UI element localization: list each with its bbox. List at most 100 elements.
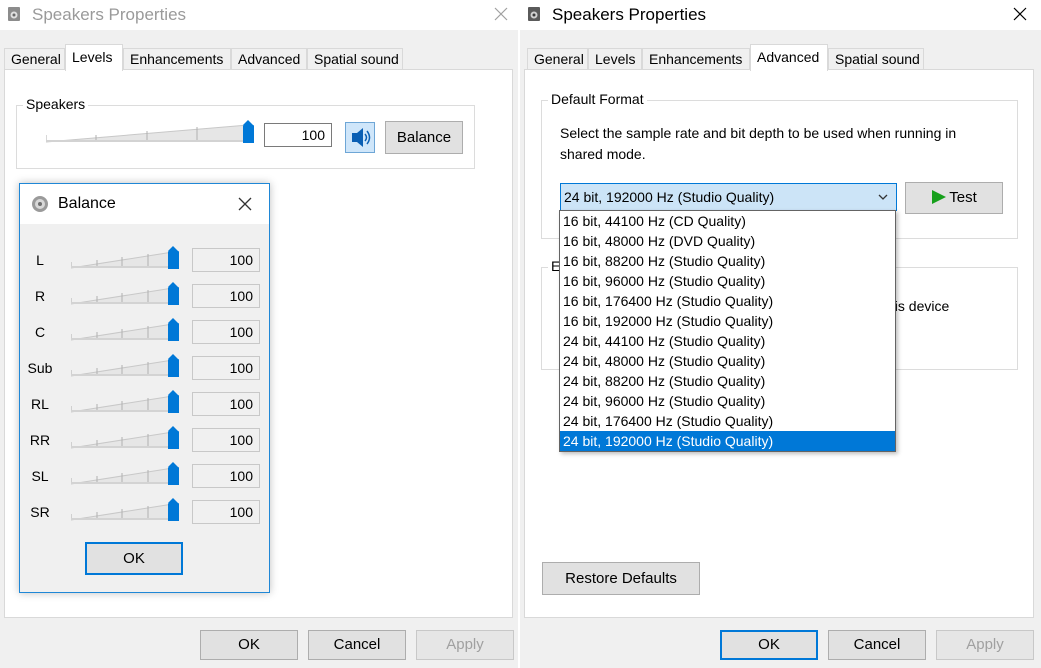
channel-label: RL bbox=[31, 396, 49, 412]
window-title: Speakers Properties bbox=[552, 5, 707, 24]
close-icon[interactable] bbox=[1011, 5, 1029, 23]
balance-title: Balance bbox=[58, 195, 116, 212]
channel-level-slider[interactable] bbox=[71, 462, 179, 485]
dropdown-option[interactable]: 24 bit, 176400 Hz (Studio Quality) bbox=[560, 411, 895, 431]
tab-levels[interactable]: Levels bbox=[65, 44, 123, 71]
dropdown-option[interactable]: 24 bit, 88200 Hz (Studio Quality) bbox=[560, 371, 895, 391]
channel-label: R bbox=[34, 288, 46, 304]
restore-defaults-button[interactable]: Restore Defaults bbox=[542, 562, 700, 595]
slider-track bbox=[71, 338, 173, 340]
slider-track bbox=[46, 140, 248, 142]
exclusive-mode-text: his device bbox=[887, 298, 950, 314]
channel-label: Sub bbox=[27, 360, 53, 376]
tab-spatial-sound[interactable]: Spatial sound bbox=[828, 48, 924, 70]
test-button-label: Test bbox=[949, 189, 977, 206]
channel-level-slider[interactable] bbox=[71, 318, 179, 341]
ok-button[interactable]: OK bbox=[200, 630, 298, 660]
slider-thumb[interactable] bbox=[168, 462, 179, 485]
speaker-volume-icon bbox=[352, 128, 371, 147]
test-button[interactable]: Test bbox=[905, 182, 1003, 214]
channel-level-slider[interactable] bbox=[71, 498, 179, 521]
balance-dialog: Balance L 100 R 100 C 100 Sub 100 RL 100 RR 100 SL 10… bbox=[19, 183, 270, 593]
dropdown-option[interactable]: 16 bit, 88200 Hz (Studio Quality) bbox=[560, 251, 895, 271]
tab-levels[interactable]: Levels bbox=[588, 48, 642, 70]
tab-spatial-sound[interactable]: Spatial sound bbox=[307, 48, 403, 70]
sample-rate-combobox[interactable]: 24 bit, 192000 Hz (Studio Quality) bbox=[560, 183, 897, 211]
slider-track bbox=[71, 518, 173, 520]
channel-level-slider[interactable] bbox=[71, 390, 179, 413]
dropdown-option[interactable]: 24 bit, 192000 Hz (Studio Quality) bbox=[560, 431, 895, 451]
left-titlebar: Speakers Properties bbox=[0, 0, 518, 30]
slider-track bbox=[71, 446, 173, 448]
slider-track bbox=[71, 266, 173, 268]
channel-level-slider[interactable] bbox=[71, 354, 179, 377]
apply-button: Apply bbox=[416, 630, 514, 660]
default-format-description: Select the sample rate and bit depth to … bbox=[560, 125, 957, 162]
slider-thumb[interactable] bbox=[168, 354, 179, 377]
channel-level-value[interactable]: 100 bbox=[192, 464, 260, 488]
dropdown-option[interactable]: 16 bit, 176400 Hz (Studio Quality) bbox=[560, 291, 895, 311]
dropdown-option[interactable]: 16 bit, 44100 Hz (CD Quality) bbox=[560, 211, 895, 231]
dropdown-option[interactable]: 24 bit, 48000 Hz (Studio Quality) bbox=[560, 351, 895, 371]
channel-level-value[interactable]: 100 bbox=[192, 500, 260, 524]
window-title: Speakers Properties bbox=[32, 5, 187, 24]
slider-thumb[interactable] bbox=[168, 390, 179, 413]
channel-label: SL bbox=[31, 468, 49, 484]
slider-thumb[interactable] bbox=[243, 120, 254, 143]
channel-level-slider[interactable] bbox=[71, 246, 179, 269]
right-titlebar: Speakers Properties bbox=[520, 0, 1041, 30]
slider-track bbox=[71, 302, 173, 304]
mute-button[interactable] bbox=[345, 122, 375, 153]
slider-track bbox=[71, 482, 173, 484]
channel-level-value[interactable]: 100 bbox=[192, 428, 260, 452]
sample-rate-dropdown-list: 16 bit, 44100 Hz (CD Quality) 16 bit, 480… bbox=[559, 210, 896, 452]
speaker-app-icon bbox=[528, 7, 540, 21]
channel-level-slider[interactable] bbox=[71, 282, 179, 305]
slider-thumb[interactable] bbox=[168, 498, 179, 521]
close-icon[interactable] bbox=[237, 196, 253, 212]
balance-ok-button[interactable]: OK bbox=[85, 542, 183, 575]
channel-label: C bbox=[34, 324, 46, 340]
speakers-label: Speakers bbox=[23, 96, 89, 112]
channel-label: RR bbox=[29, 432, 51, 448]
speakers-group: Speakers 100 Balance bbox=[16, 96, 475, 169]
channel-level-value[interactable]: 100 bbox=[192, 392, 260, 416]
channel-level-slider[interactable] bbox=[71, 426, 179, 449]
chevron-down-icon bbox=[878, 194, 888, 200]
slider-thumb[interactable] bbox=[168, 282, 179, 305]
slider-track bbox=[71, 410, 173, 412]
channel-level-value[interactable]: 100 bbox=[192, 356, 260, 380]
default-format-label: Default Format bbox=[548, 91, 647, 107]
dropdown-option[interactable]: 24 bit, 96000 Hz (Studio Quality) bbox=[560, 391, 895, 411]
dropdown-option[interactable]: 16 bit, 192000 Hz (Studio Quality) bbox=[560, 311, 895, 331]
channel-label: L bbox=[36, 252, 44, 268]
slider-thumb[interactable] bbox=[168, 246, 179, 269]
speakers-level-slider[interactable] bbox=[46, 120, 254, 143]
channel-label: SR bbox=[30, 504, 50, 520]
cancel-button[interactable]: Cancel bbox=[828, 630, 926, 660]
speakers-level-value[interactable]: 100 bbox=[264, 123, 332, 147]
tab-advanced[interactable]: Advanced bbox=[231, 48, 307, 70]
play-icon bbox=[932, 190, 947, 204]
dropdown-option[interactable]: 16 bit, 96000 Hz (Studio Quality) bbox=[560, 271, 895, 291]
tab-general[interactable]: General bbox=[527, 48, 588, 70]
close-icon[interactable] bbox=[492, 5, 510, 23]
combobox-selected-value: 24 bit, 192000 Hz (Studio Quality) bbox=[564, 189, 775, 205]
tab-enhancements[interactable]: Enhancements bbox=[642, 48, 750, 70]
ok-button[interactable]: OK bbox=[720, 630, 818, 660]
tab-enhancements[interactable]: Enhancements bbox=[123, 48, 231, 70]
channel-level-value[interactable]: 100 bbox=[192, 284, 260, 308]
channel-level-value[interactable]: 100 bbox=[192, 248, 260, 272]
cancel-button[interactable]: Cancel bbox=[308, 630, 406, 660]
dropdown-option[interactable]: 16 bit, 48000 Hz (DVD Quality) bbox=[560, 231, 895, 251]
dropdown-option[interactable]: 24 bit, 44100 Hz (Studio Quality) bbox=[560, 331, 895, 351]
speaker-app-icon bbox=[32, 196, 48, 212]
apply-button: Apply bbox=[936, 630, 1034, 660]
balance-titlebar: Balance bbox=[20, 184, 269, 224]
balance-button[interactable]: Balance bbox=[385, 121, 463, 154]
tab-advanced[interactable]: Advanced bbox=[750, 44, 828, 71]
tab-general[interactable]: General bbox=[4, 48, 65, 70]
slider-thumb[interactable] bbox=[168, 318, 179, 341]
slider-thumb[interactable] bbox=[168, 426, 179, 449]
channel-level-value[interactable]: 100 bbox=[192, 320, 260, 344]
